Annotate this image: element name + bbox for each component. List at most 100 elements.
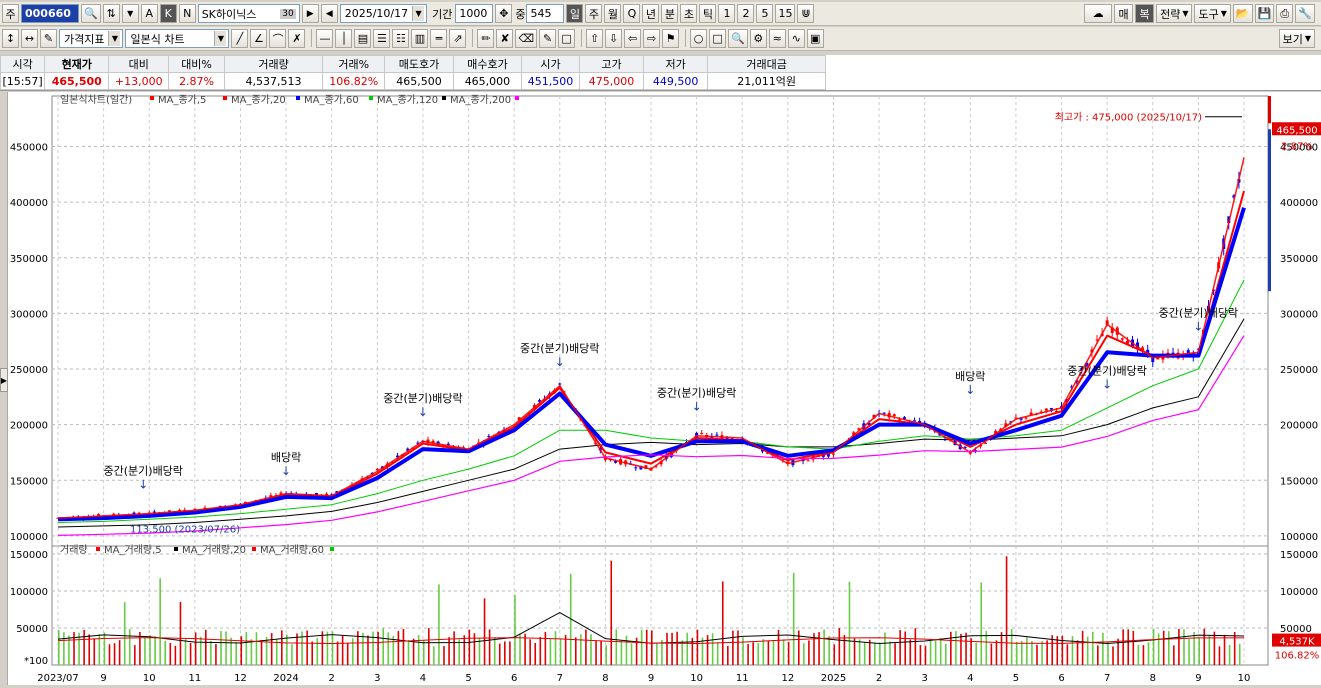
panel-toggle-icon[interactable]: ▶ [0,368,8,392]
zoom-icon[interactable]: 🔍 [728,29,748,48]
volume-bar [1081,630,1084,665]
line-tool-icon[interactable]: ╱ [231,29,249,48]
btn-n[interactable]: N [178,4,196,23]
sell-button[interactable]: 매 [1114,4,1134,23]
cycle-button-1[interactable]: 주 [585,4,603,23]
prev-arrow-icon[interactable]: ◀ [320,4,338,23]
cycle-button-8[interactable]: 1 [718,4,736,23]
cycle-button-0[interactable]: 일 [566,4,584,23]
copy-button[interactable]: 복 [1135,4,1155,23]
eraser-icon[interactable]: ⌫ [515,29,538,48]
stock-code-input[interactable]: 000660 [21,4,79,23]
chart-type-selector[interactable]: 일본식 차트 ▼ [125,29,230,48]
volume-bar [189,642,192,665]
date-picker[interactable]: 2025/10/17 ▼ [339,4,428,23]
period-input[interactable]: 1000 [455,4,494,23]
volume-bar [422,640,425,665]
wave-icon[interactable]: ≈ [768,29,786,48]
volume-bar [397,631,400,665]
grid-tool-icon[interactable]: ▤ [354,29,372,48]
strategy-button[interactable]: 전략 ▼ [1156,4,1193,23]
date-dropdown-icon[interactable]: ▼ [412,6,425,21]
cycle-button-4[interactable]: 년 [642,4,660,23]
fib-tool-icon[interactable]: ☰ [373,29,391,48]
volume-bar [909,639,912,665]
folder-open-icon[interactable]: 📂 [1232,4,1253,23]
text-tool-icon[interactable]: □ [558,29,576,48]
left-arrow-icon[interactable]: ⇦ [624,29,642,48]
volume-bar [732,630,734,665]
count-input[interactable]: 545 [526,4,565,23]
cycle-button-3[interactable]: Q [623,4,641,23]
up-arrow-icon[interactable]: ⇧ [586,29,604,48]
arc-tool-icon[interactable]: ⌒ [269,29,287,48]
sort-icon[interactable]: ⇅ [102,4,120,23]
drag-icon[interactable]: ✥ [495,4,513,23]
cycle-button-2[interactable]: 월 [604,4,622,23]
search-icon[interactable]: 🔍 [81,4,101,23]
volume-bar [656,642,658,665]
vertical-arrows-icon[interactable]: ↕ [2,29,19,48]
angle-tool-icon[interactable]: ∠ [250,29,268,48]
circle-tool-icon[interactable]: ○ [690,29,708,48]
save-icon[interactable]: 💾 [1254,4,1275,23]
dropdown-chevron-icon[interactable]: ▼ [121,4,139,23]
bars-tool-icon[interactable]: ▥ [411,29,429,48]
print-icon[interactable]: ⎙ [1276,4,1294,23]
chart-type-dropdown-icon[interactable]: ▼ [214,31,227,46]
x-tick-label: 9 [648,673,654,684]
quote-value-11: 21,011억원 [707,72,826,90]
x-tick-label: 2024 [273,673,298,684]
down-arrow-icon[interactable]: ⇩ [605,29,623,48]
dividend-annotation: 배당락 [271,451,301,464]
volume-bar [128,629,131,665]
pen-tool-icon[interactable]: ✏ [477,29,495,48]
next-arrow-icon[interactable]: ▶ [301,4,319,23]
vline-tool-icon[interactable]: │ [335,29,353,48]
chart-svg[interactable]: 100000 100000150000 150000200000 2000002500… [0,92,1321,685]
horizontal-arrows-icon[interactable]: ↔ [21,29,38,48]
x-tick-label: 8 [1150,673,1156,684]
fan-tool-icon[interactable]: ✗ [288,29,306,48]
tools-button[interactable]: 도구 ▼ [1194,4,1231,23]
volume-bar [113,643,116,665]
volume-bar [843,634,846,665]
btn-a[interactable]: A [140,4,158,23]
channel-tool-icon[interactable]: ☷ [392,29,410,48]
date-value: 2025/10/17 [344,7,409,20]
chart-mode-icon[interactable]: ⋓ [797,4,815,23]
stock-name-field[interactable]: SK하이닉스 30 [197,4,300,23]
flag-icon[interactable]: ⚑ [662,29,680,48]
erase-tool-icon[interactable]: ✘ [496,29,514,48]
btn-k[interactable]: K [159,4,177,23]
chart-area[interactable]: 100000 100000 150000 150000 200000 200000 2500… [0,92,1321,685]
settings-icon[interactable]: ⚙ [749,29,767,48]
indicator-dropdown-icon[interactable]: ▼ [108,31,121,46]
market-selector-button[interactable]: 주 [2,4,19,23]
indicator-selector[interactable]: 가격지표 ▼ [59,29,124,48]
volume-bar [615,629,618,665]
cycle-button-6[interactable]: 초 [680,4,698,23]
volume-bar [554,631,557,665]
wrench-icon[interactable]: 🔧 [1295,4,1315,23]
cycle-button-10[interactable]: 5 [756,4,774,23]
price-ytick-left: 300000 [10,309,48,320]
price-pane [51,95,1269,554]
pattern-icon[interactable]: ∿ [787,29,805,48]
rect-tool-icon[interactable]: □ [709,29,727,48]
trend-tool-icon[interactable]: ⇗ [449,29,467,48]
parallel-tool-icon[interactable]: ═ [430,29,448,48]
cloud-icon[interactable]: ☁ [1084,4,1113,23]
quote-header-9: 고가 [578,55,645,73]
note-tool-icon[interactable]: ✎ [539,29,557,48]
edit-icon[interactable]: ✎ [40,29,57,48]
cycle-button-7[interactable]: 틱 [699,4,717,23]
cycle-button-11[interactable]: 15 [775,4,796,23]
image-icon[interactable]: ▣ [806,29,824,48]
cycle-button-9[interactable]: 2 [737,4,755,23]
cycle-button-5[interactable]: 분 [661,4,679,23]
view-button[interactable]: 보기 ▼ [1278,29,1315,48]
hline-tool-icon[interactable]: — [316,29,334,48]
volume-bar [590,634,592,665]
right-arrow-icon[interactable]: ⇨ [643,29,661,48]
